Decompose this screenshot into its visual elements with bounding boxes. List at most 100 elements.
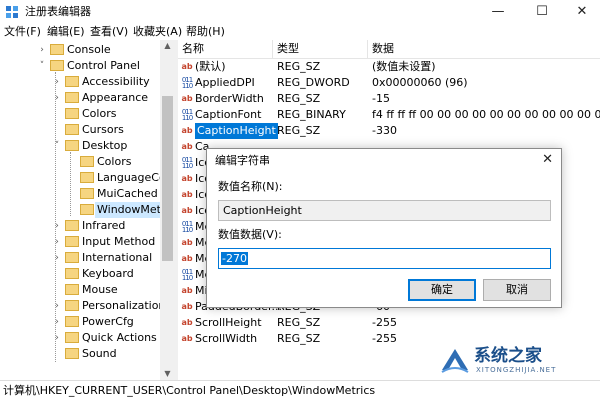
value-row[interactable]: ab (默认) REG_SZ (数值未设置): [178, 59, 600, 75]
scroll-down-arrow-icon[interactable]: ▼: [160, 368, 175, 380]
title-bar: 注册表编辑器 — ☐ ✕: [0, 0, 600, 24]
string-value-icon: ab: [181, 62, 193, 71]
value-row[interactable]: ab ScrollHeight REG_SZ -255: [178, 315, 600, 331]
string-value-icon: ab: [181, 142, 193, 151]
tree-item-label: Quick Actions: [82, 331, 157, 344]
folder-icon: [65, 268, 79, 279]
value-row[interactable]: 011 110 AppliedDPI REG_DWORD 0x00000060 (96…: [178, 75, 600, 91]
expand-icon[interactable]: ›: [52, 91, 62, 105]
tree-scrollbar[interactable]: ▲ ▼: [160, 40, 175, 380]
ok-button[interactable]: 确定: [408, 279, 476, 301]
value-name-label: 数值名称(N):: [218, 180, 283, 193]
tree-item-desktop[interactable]: ˅ Desktop: [0, 138, 160, 154]
tree-item-label: PowerCfg: [82, 315, 134, 328]
window-title: 注册表编辑器: [25, 5, 91, 18]
tree-item-quick-actions[interactable]: › Quick Actions: [0, 330, 160, 346]
binary-value-icon: 011 110: [181, 268, 193, 282]
expand-icon[interactable]: ›: [52, 315, 62, 329]
tree-item-label: Desktop: [82, 139, 128, 152]
folder-icon: [50, 44, 64, 55]
folder-open-icon: [65, 140, 79, 151]
binary-value-icon: 011 110: [181, 76, 193, 90]
tree-item-windowmetrics[interactable]: WindowMetric: [0, 202, 175, 218]
status-path: 计算机\HKEY_CURRENT_USER\Control Panel\Desk…: [3, 384, 376, 397]
tree-item-mouse[interactable]: Mouse: [0, 282, 160, 298]
value-data-text: -270: [221, 252, 248, 265]
folder-icon: [65, 348, 79, 359]
minimize-button[interactable]: —: [478, 0, 518, 24]
column-divider[interactable]: [367, 40, 368, 58]
dialog-close-icon[interactable]: ✕: [542, 152, 553, 168]
tree-item-console[interactable]: › Console: [0, 42, 160, 58]
column-divider[interactable]: [272, 40, 273, 58]
value-row[interactable]: 011 110 CaptionFont REG_BINARY f4 ff ff ff …: [178, 107, 600, 123]
tree-item-label: Console: [67, 43, 111, 56]
value-type: REG_SZ: [277, 60, 321, 73]
watermark-logo-icon: [441, 349, 469, 373]
tree-item-infrared[interactable]: › Infrared: [0, 218, 160, 234]
close-button[interactable]: ✕: [562, 0, 600, 24]
menu-file[interactable]: 文件(F): [4, 25, 41, 39]
expand-icon[interactable]: ›: [52, 299, 62, 313]
string-value-icon: ab: [181, 174, 193, 183]
expand-icon[interactable]: ›: [52, 331, 62, 345]
watermark-text: 系统之家: [474, 346, 542, 366]
string-value-icon: ab: [181, 206, 193, 215]
tree-item-personalization[interactable]: › Personalization: [0, 298, 165, 314]
expand-icon[interactable]: ›: [52, 235, 62, 249]
scrollbar-thumb[interactable]: [162, 96, 173, 261]
expand-icon[interactable]: ›: [52, 75, 62, 89]
status-bar: 计算机\HKEY_CURRENT_USER\Control Panel\Desk…: [0, 380, 600, 401]
cancel-button[interactable]: 取消: [483, 279, 551, 301]
tree-item-desktop-colors[interactable]: Colors: [0, 154, 160, 170]
folder-icon: [65, 76, 79, 87]
expand-icon[interactable]: ›: [52, 251, 62, 265]
column-name[interactable]: 名称: [182, 42, 204, 56]
value-name: ScrollHeight: [195, 316, 262, 329]
tree-item-label: Infrared: [82, 219, 126, 232]
expand-icon[interactable]: ›: [37, 43, 47, 57]
tree-item-muicached[interactable]: MuiCached: [0, 186, 160, 202]
collapse-icon[interactable]: ˅: [52, 139, 62, 153]
registry-editor-icon: [6, 6, 18, 18]
menu-view[interactable]: 查看(V): [90, 25, 128, 39]
collapse-icon[interactable]: ˅: [37, 59, 47, 73]
tree-item-appearance[interactable]: › Appearance: [0, 90, 160, 106]
tree-item-languageconfiguration[interactable]: LanguageCor: [0, 170, 170, 186]
tree-item-label: Colors: [82, 107, 117, 120]
folder-icon: [65, 300, 79, 311]
watermark: 系统之家 XITONGZHIJIA.NET: [440, 344, 598, 378]
tree-item-label: Accessibility: [82, 75, 150, 88]
column-type[interactable]: 类型: [277, 42, 299, 56]
expand-icon[interactable]: ›: [52, 219, 62, 233]
folder-open-icon: [50, 60, 64, 71]
tree-item-label: Colors: [97, 155, 132, 168]
tree-item-cursors[interactable]: Cursors: [0, 122, 160, 138]
tree-item-international[interactable]: › International: [0, 250, 160, 266]
string-value-icon: ab: [181, 238, 193, 247]
tree-item-input-method[interactable]: › Input Method: [0, 234, 160, 250]
maximize-button[interactable]: ☐: [522, 0, 562, 24]
tree-item-control-panel[interactable]: ˅ Control Panel: [0, 58, 160, 74]
menu-favorites[interactable]: 收藏夹(A): [133, 25, 182, 39]
value-name: ScrollWidth: [195, 332, 258, 345]
value-row[interactable]: ab BorderWidth REG_SZ -15: [178, 91, 600, 107]
folder-icon: [65, 92, 79, 103]
key-tree[interactable]: › Console ˅ Control Panel › Accessibilit…: [0, 40, 175, 380]
column-data[interactable]: 数据: [372, 42, 394, 56]
tree-item-colors[interactable]: Colors: [0, 106, 160, 122]
value-data-input[interactable]: -270: [218, 248, 551, 269]
value-name: BorderWidth: [195, 92, 264, 105]
value-type: REG_SZ: [277, 124, 321, 137]
tree-item-powercfg[interactable]: › PowerCfg: [0, 314, 160, 330]
menu-help[interactable]: 帮助(H): [186, 25, 225, 39]
menu-edit[interactable]: 编辑(E): [47, 25, 85, 39]
value-row[interactable]: ab CaptionHeight REG_SZ -330: [178, 123, 600, 139]
tree-item-sound[interactable]: Sound: [0, 346, 160, 362]
scroll-up-arrow-icon[interactable]: ▲: [160, 40, 175, 52]
tree-item-accessibility[interactable]: › Accessibility: [0, 74, 160, 90]
value-name-field: CaptionHeight: [218, 200, 551, 221]
folder-icon: [65, 316, 79, 327]
value-data: -255: [372, 316, 397, 329]
tree-item-keyboard[interactable]: Keyboard: [0, 266, 160, 282]
